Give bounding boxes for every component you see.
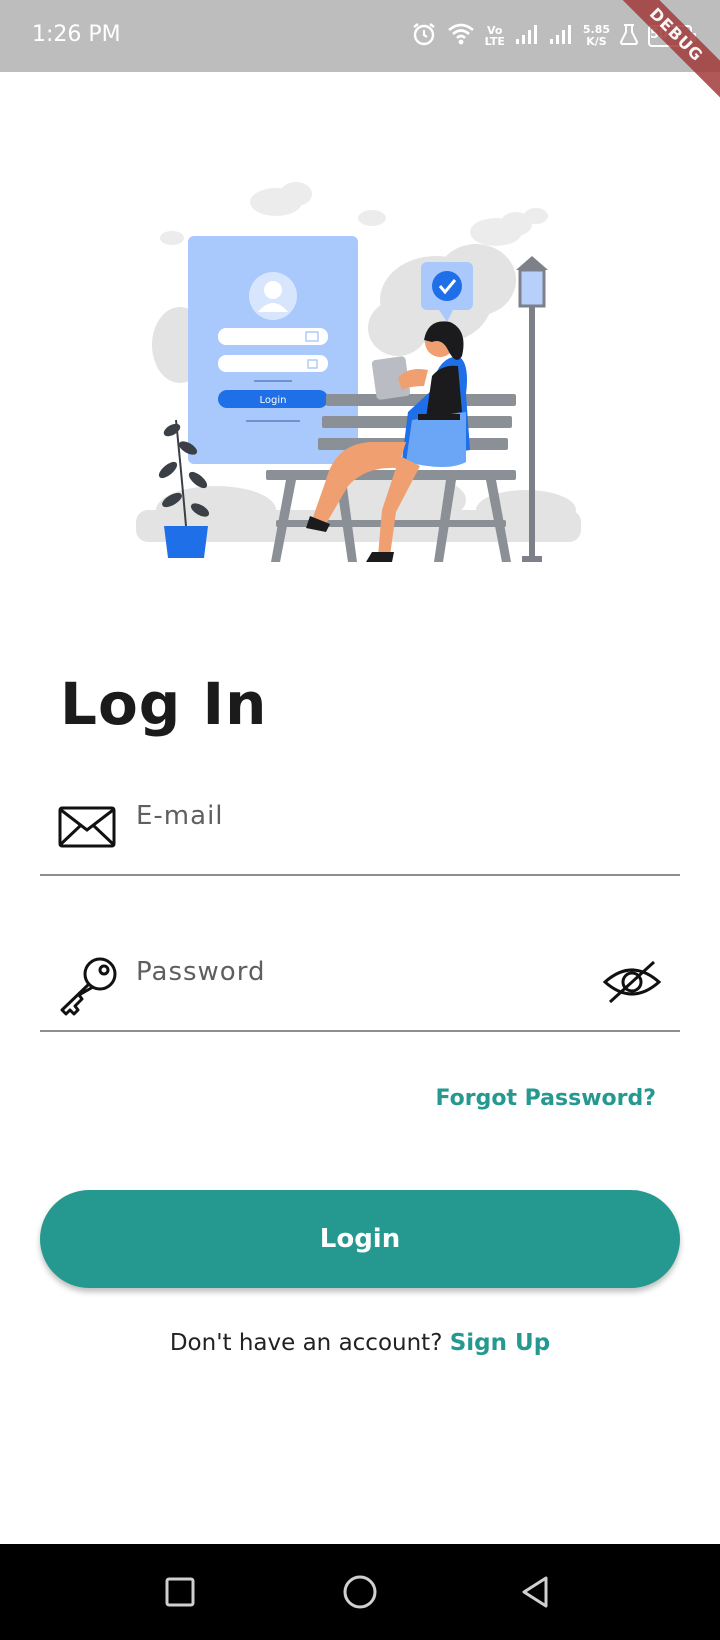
key-icon: [58, 954, 120, 1020]
alarm-icon: [411, 21, 437, 51]
signal-icon: [515, 23, 539, 49]
password-field[interactable]: [40, 946, 680, 1032]
login-illustration: Login: [136, 180, 586, 580]
wifi-icon: [447, 22, 475, 50]
password-input[interactable]: [136, 952, 616, 992]
status-time: 1:26 PM: [32, 22, 121, 47]
home-icon[interactable]: [340, 1572, 380, 1612]
sign-up-link[interactable]: Sign Up: [450, 1330, 550, 1356]
eye-off-icon[interactable]: [602, 958, 662, 1006]
net-speed: 5.85 K/S: [583, 24, 610, 48]
back-icon[interactable]: [516, 1572, 556, 1612]
email-field[interactable]: [40, 790, 680, 876]
net-speed-unit: K/S: [586, 35, 607, 48]
status-bar: 1:26 PM Vo LTE 5.85 K/S 50: [0, 0, 720, 72]
mail-icon: [58, 806, 116, 852]
volte-icon: Vo LTE: [484, 24, 505, 48]
forgot-password-link[interactable]: Forgot Password?: [435, 1086, 656, 1111]
email-input[interactable]: [136, 796, 616, 836]
signup-prompt-row: Don't have an account? Sign Up: [0, 1330, 720, 1356]
illustration-login-label: Login: [260, 395, 287, 406]
login-button[interactable]: Login: [40, 1190, 680, 1288]
system-nav-bar: [0, 1544, 720, 1640]
recent-apps-icon[interactable]: [160, 1572, 200, 1612]
signal-icon: [549, 23, 573, 49]
signup-prompt-text: Don't have an account?: [169, 1330, 450, 1356]
lab-icon: [619, 23, 639, 49]
page-title: Log In: [60, 670, 268, 738]
